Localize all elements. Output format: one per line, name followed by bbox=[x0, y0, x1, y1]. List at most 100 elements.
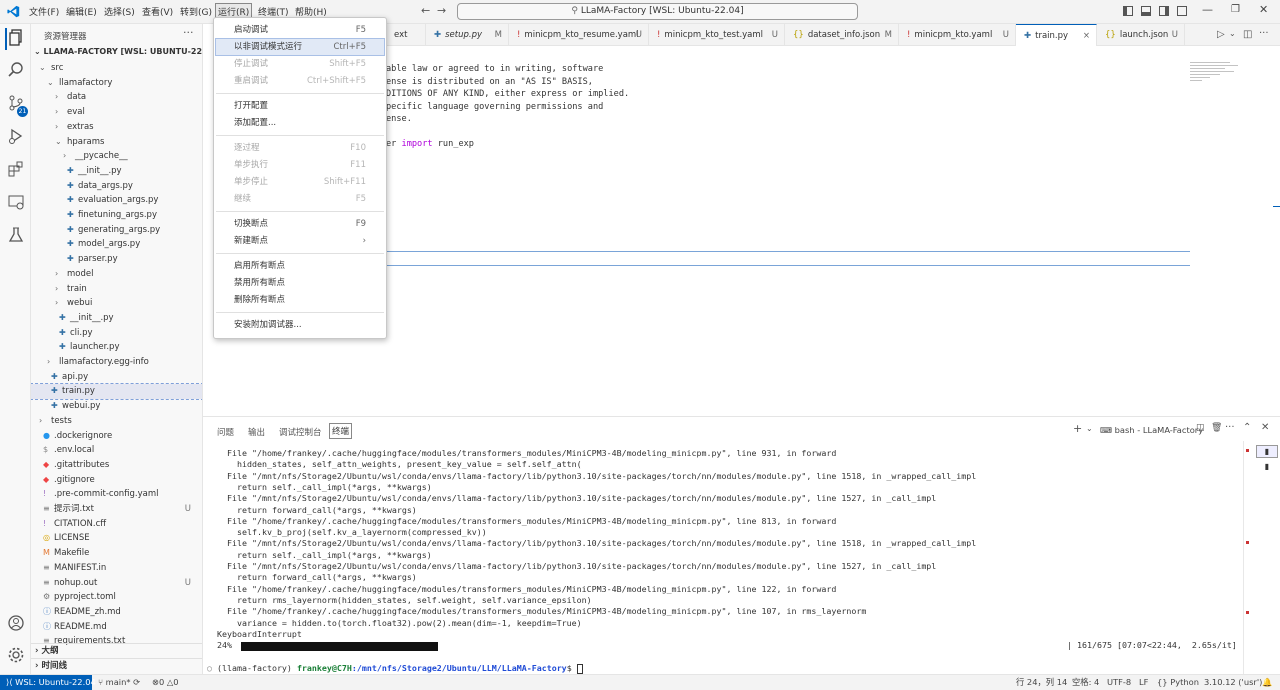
explorer-item[interactable]: ⓘ README_zh.md bbox=[31, 605, 202, 620]
more-actions-icon[interactable]: ··· bbox=[183, 26, 194, 39]
explorer-item[interactable]: ≡ 提示词.txt U bbox=[31, 502, 202, 517]
terminal-output[interactable]: File "/home/frankey/.cache/huggingface/m… bbox=[203, 448, 1243, 674]
explorer-item[interactable]: › llamafactory.egg-info bbox=[31, 355, 202, 370]
explorer-item[interactable]: ⌄ llamafactory bbox=[31, 76, 202, 91]
explorer-item[interactable]: ≡ nohup.out U bbox=[31, 576, 202, 591]
explorer-item[interactable]: › webui bbox=[31, 296, 202, 311]
run-python-icon[interactable]: ▷ bbox=[1217, 29, 1225, 40]
back-arrow-icon[interactable]: ← bbox=[421, 4, 430, 17]
split-terminal-icon[interactable]: ◫ bbox=[1196, 423, 1205, 433]
explorer-item[interactable]: ● .dockerignore bbox=[31, 429, 202, 444]
more-actions-icon[interactable]: ··· bbox=[1225, 422, 1235, 433]
search-icon[interactable] bbox=[5, 61, 27, 83]
shell-prompt[interactable]: ○ (llama-factory) frankey@C7H:/mnt/nfs/S… bbox=[207, 663, 583, 674]
remote-explorer-icon[interactable] bbox=[5, 193, 27, 215]
run-menu-item[interactable]: 打开配置 bbox=[216, 98, 384, 114]
menu-view[interactable]: 查看(V) bbox=[142, 5, 173, 18]
editor-tab[interactable]: ! minicpm_kto_resume.yaml U bbox=[509, 24, 649, 46]
terminal-instance-icon[interactable]: ▮ bbox=[1256, 445, 1278, 458]
explorer-item[interactable]: ✚ evaluation_args.py bbox=[31, 193, 202, 208]
run-menu-item[interactable]: 安装附加调试器... bbox=[216, 317, 384, 333]
python-interpreter[interactable]: 3.10.12 ('usr') bbox=[1204, 675, 1262, 690]
workspace-root[interactable]: ⌄ LLAMA-FACTORY [WSL: UBUNTU-22.04] bbox=[34, 47, 202, 56]
branch-indicator[interactable]: ⑂ main* ⟳ bbox=[98, 675, 140, 690]
explorer-item[interactable]: ⓘ README.md bbox=[31, 620, 202, 635]
explorer-item[interactable]: ✚ __init__.py bbox=[31, 164, 202, 179]
run-menu-item[interactable]: 禁用所有断点 bbox=[216, 275, 384, 291]
explorer-item[interactable]: ! .pre-commit-config.yaml bbox=[31, 487, 202, 502]
editor-tab[interactable]: ext bbox=[386, 24, 426, 46]
explorer-item[interactable]: ✚ launcher.py bbox=[31, 340, 202, 355]
explorer-item[interactable]: ✚ __init__.py bbox=[31, 311, 202, 326]
explorer-item[interactable]: ✚ data_args.py bbox=[31, 179, 202, 194]
run-menu-item[interactable]: 启动调试 F5 bbox=[216, 22, 384, 38]
tab-output[interactable]: 输出 bbox=[248, 426, 265, 438]
menu-edit[interactable]: 编辑(E) bbox=[66, 5, 97, 18]
indentation[interactable]: 空格: 4 bbox=[1072, 675, 1099, 690]
outline-section[interactable]: › 大纲 bbox=[31, 643, 202, 658]
chevron-down-icon[interactable]: ⌄ bbox=[1229, 29, 1236, 38]
close-window-icon[interactable]: ✕ bbox=[1259, 3, 1268, 16]
run-menu-item[interactable]: 删除所有断点 bbox=[216, 292, 384, 308]
explorer-item[interactable]: › extras bbox=[31, 120, 202, 135]
explorer-item[interactable]: ✚ finetuning_args.py bbox=[31, 208, 202, 223]
timeline-section[interactable]: › 时间线 bbox=[31, 658, 202, 674]
run-menu-item[interactable]: 切换断点 F9 bbox=[216, 216, 384, 232]
explorer-item[interactable]: ◆ .gitattributes bbox=[31, 458, 202, 473]
eol[interactable]: LF bbox=[1139, 675, 1148, 690]
encoding[interactable]: UTF-8 bbox=[1107, 675, 1131, 690]
close-panel-icon[interactable]: ✕ bbox=[1261, 422, 1269, 433]
explorer-item[interactable]: ◆ .gitignore bbox=[31, 473, 202, 488]
more-actions-icon[interactable]: ··· bbox=[1259, 28, 1269, 39]
menu-file[interactable]: 文件(F) bbox=[29, 5, 59, 18]
source-control-icon[interactable]: 21 bbox=[5, 94, 28, 117]
explorer-item[interactable]: › tests bbox=[31, 414, 202, 429]
restore-icon[interactable]: ❐ bbox=[1231, 4, 1240, 15]
explorer-item[interactable]: ⚙ pyproject.toml bbox=[31, 590, 202, 605]
explorer-item[interactable]: › model bbox=[31, 267, 202, 282]
notifications-icon[interactable]: 🔔 bbox=[1262, 675, 1272, 690]
chevron-down-icon[interactable]: ⌄ bbox=[1086, 424, 1093, 433]
forward-arrow-icon[interactable]: → bbox=[437, 4, 446, 17]
split-editor-icon[interactable]: ◫ bbox=[1243, 29, 1252, 40]
new-terminal-icon[interactable]: + bbox=[1073, 422, 1082, 435]
account-icon[interactable] bbox=[5, 614, 27, 636]
language-mode[interactable]: {} Python bbox=[1157, 675, 1199, 690]
customize-layout-icon[interactable] bbox=[1177, 6, 1187, 16]
run-menu-item[interactable]: 新建断点 › bbox=[216, 233, 384, 249]
trash-icon[interactable]: 🗑 bbox=[1211, 423, 1222, 433]
remote-indicator[interactable]: ⟩⟨ WSL: Ubuntu-22.04 bbox=[0, 675, 96, 690]
explorer-item[interactable]: ✚ model_args.py bbox=[31, 237, 202, 252]
explorer-item[interactable]: › __pycache__ bbox=[31, 149, 202, 164]
run-menu-item[interactable]: 添加配置... bbox=[216, 115, 384, 131]
explorer-item[interactable]: › train bbox=[31, 282, 202, 297]
menu-goto[interactable]: 转到(G) bbox=[180, 5, 212, 18]
explorer-item[interactable]: ✚ api.py bbox=[31, 370, 202, 385]
run-menu-item[interactable]: 启用所有断点 bbox=[216, 258, 384, 274]
explorer-item[interactable]: ✚ generating_args.py bbox=[31, 223, 202, 238]
editor-tab[interactable]: ✚ train.py × bbox=[1016, 24, 1097, 46]
explorer-item[interactable]: ≡ MANIFEST.in bbox=[31, 561, 202, 576]
toggle-sidebar-icon[interactable] bbox=[1123, 6, 1133, 16]
terminal-selector[interactable]: ⌨ bash - LLaMA-Factory bbox=[1100, 425, 1203, 435]
toggle-panel-icon[interactable] bbox=[1141, 6, 1151, 16]
run-menu-item[interactable]: 以非调试模式运行 Ctrl+F5 bbox=[215, 38, 385, 56]
extensions-icon[interactable] bbox=[5, 160, 27, 182]
explorer-item[interactable]: › data bbox=[31, 90, 202, 105]
explorer-item[interactable]: › eval bbox=[31, 105, 202, 120]
explorer-item[interactable]: ✚ train.py bbox=[31, 383, 202, 401]
settings-gear-icon[interactable] bbox=[5, 646, 27, 668]
testing-icon[interactable] bbox=[5, 226, 27, 248]
minimap[interactable] bbox=[1190, 60, 1245, 100]
cursor-position[interactable]: 行 24，列 14 bbox=[1016, 675, 1067, 690]
explorer-item[interactable]: $ .env.local bbox=[31, 443, 202, 458]
maximize-panel-icon[interactable]: ⌃ bbox=[1243, 422, 1251, 433]
toggle-secondary-sidebar-icon[interactable] bbox=[1159, 6, 1169, 16]
tab-problems[interactable]: 问题 bbox=[217, 426, 234, 438]
close-tab-icon[interactable]: × bbox=[1083, 25, 1090, 47]
explorer-item[interactable]: ✚ cli.py bbox=[31, 326, 202, 341]
command-center[interactable]: ⚲ LLaMA-Factory [WSL: Ubuntu-22.04] bbox=[457, 3, 858, 20]
explorer-icon[interactable] bbox=[5, 28, 27, 50]
tab-debug-console[interactable]: 调试控制台 bbox=[279, 426, 322, 438]
editor-tab[interactable]: {} dataset_info.json M bbox=[785, 24, 899, 46]
